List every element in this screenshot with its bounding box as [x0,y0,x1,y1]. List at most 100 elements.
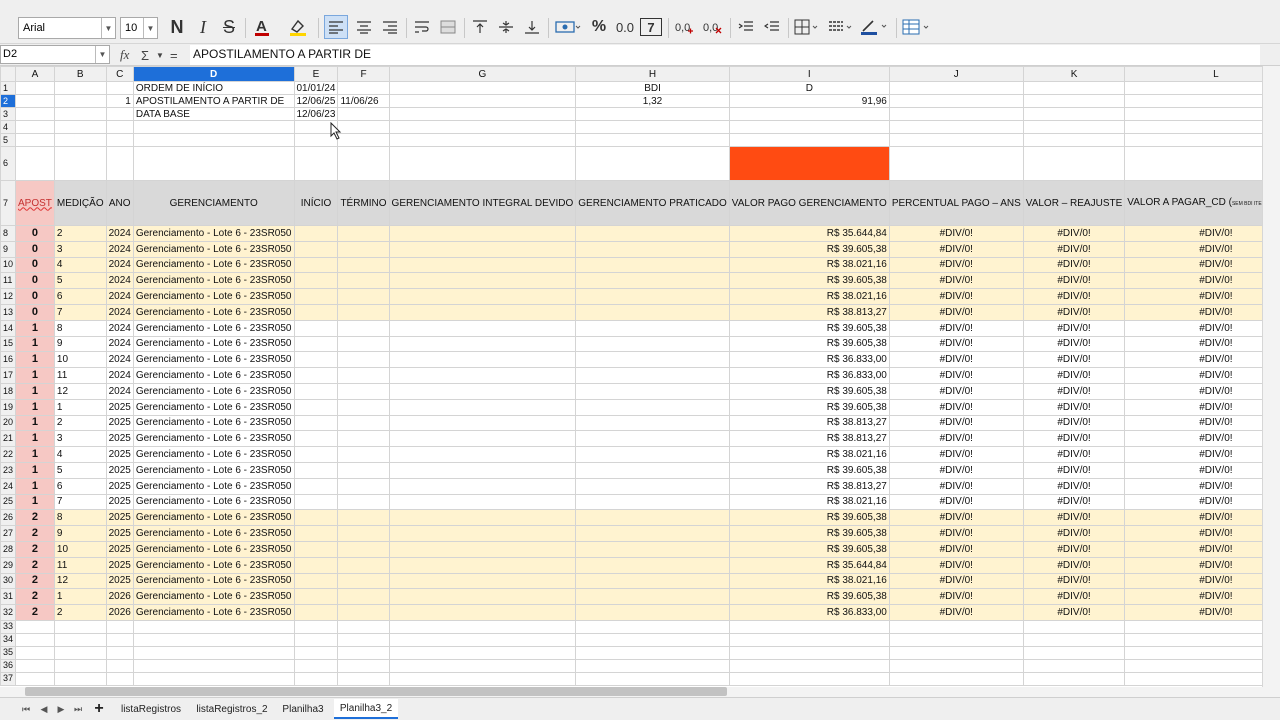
valor-pago-cell[interactable]: R$ 38.021,16 [728,288,890,305]
percentual-cell[interactable]: #DIV/0! [888,319,1024,337]
column-header-j[interactable]: J [888,66,1024,82]
row-header-2[interactable]: 2 [0,94,17,108]
integral-devido-cell[interactable] [388,225,577,242]
apost-cell[interactable]: 0 [15,303,55,321]
cell-c36[interactable] [105,658,134,673]
reajuste-cell[interactable]: #DIV/0! [1022,540,1126,558]
medicao-cell[interactable]: 8 [53,509,107,527]
valor-pago-cell[interactable]: R$ 36.833,00 [728,367,890,384]
praticado-cell[interactable] [575,461,730,479]
cell-g34[interactable] [388,632,577,647]
row-header-13[interactable]: 13 [0,303,17,321]
praticado-cell[interactable] [575,540,730,558]
integral-devido-cell[interactable] [388,240,577,258]
gerenciamento-cell[interactable]: Gerenciamento - Lote 6 - 23SR050 [132,240,295,258]
cell-h4[interactable] [575,120,730,134]
cell-k4[interactable] [1022,120,1126,134]
cell-c5[interactable] [105,133,134,147]
vertical-scrollbar[interactable] [1262,66,1280,687]
reajuste-cell[interactable]: #DIV/0! [1022,572,1126,590]
percentual-cell[interactable]: #DIV/0! [888,256,1024,274]
cell-f36[interactable] [337,658,390,673]
row-header-35[interactable]: 35 [0,645,17,660]
gerenciamento-cell[interactable]: Gerenciamento - Lote 6 - 23SR050 [132,588,295,606]
termino-cell[interactable] [337,382,390,400]
row-header-32[interactable]: 32 [0,604,17,621]
row-header-29[interactable]: 29 [0,556,17,574]
apost-cell[interactable]: 1 [15,367,55,384]
cell-b33[interactable] [53,619,107,634]
percentual-cell[interactable]: #DIV/0! [888,398,1024,416]
medicao-cell[interactable]: 4 [53,256,107,274]
border-style-button[interactable] [826,15,856,39]
apost-cell[interactable]: 1 [15,382,55,400]
cell-l2[interactable] [1124,94,1262,108]
valor-pagar-cell[interactable]: #DIV/0! [1124,414,1262,432]
cell-i36[interactable] [728,658,890,673]
ano-cell[interactable]: 2025 [105,446,134,463]
gerenciamento-cell[interactable]: Gerenciamento - Lote 6 - 23SR050 [132,303,295,321]
inicio-cell[interactable] [293,351,339,369]
integral-devido-cell[interactable] [388,272,577,290]
inicio-cell[interactable] [293,556,339,574]
reajuste-cell[interactable]: #DIV/0! [1022,477,1126,495]
apost-cell[interactable]: 0 [15,256,55,274]
add-decimal-button[interactable]: 0,0 [672,15,698,39]
praticado-cell[interactable] [575,572,730,590]
integral-devido-cell[interactable] [388,477,577,495]
reajuste-cell[interactable]: #DIV/0! [1022,256,1126,274]
cell-c35[interactable] [105,645,134,660]
row-header-36[interactable]: 36 [0,658,17,673]
highlight-color-button[interactable] [284,15,312,39]
praticado-cell[interactable] [575,604,730,621]
valor-pagar-cell[interactable]: #DIV/0! [1124,572,1262,590]
cell-j36[interactable] [888,658,1024,673]
cell-i37[interactable] [728,671,890,686]
cell-a35[interactable] [15,645,55,660]
cell-d5[interactable] [132,133,295,147]
cell-k1[interactable] [1022,81,1126,95]
inicio-cell[interactable] [293,414,339,432]
row-header-10[interactable]: 10 [0,256,17,274]
valor-pagar-cell[interactable]: #DIV/0! [1124,367,1262,384]
apost-cell[interactable]: 2 [15,540,55,558]
cell-c3[interactable] [105,107,134,121]
cell-j34[interactable] [888,632,1024,647]
font-color-button[interactable]: A [250,15,274,39]
cell-a5[interactable] [15,133,55,147]
praticado-cell[interactable] [575,225,730,242]
tab-planilha3-2[interactable]: Planilha3_2 [334,699,398,719]
cell-c1[interactable] [105,81,134,95]
medicao-cell[interactable]: 1 [53,588,107,606]
cell-k35[interactable] [1022,645,1126,660]
cell-f35[interactable] [337,645,390,660]
cell-e6[interactable] [293,146,339,181]
apost-cell[interactable]: 2 [15,604,55,621]
valor-pago-cell[interactable]: R$ 39.605,38 [728,525,890,542]
gerenciamento-cell[interactable]: Gerenciamento - Lote 6 - 23SR050 [132,351,295,369]
valor-pago-cell[interactable]: R$ 39.605,38 [728,240,890,258]
valor-pagar-cell[interactable]: #DIV/0! [1124,335,1262,353]
select-all-corner[interactable] [0,66,17,82]
cell-b2[interactable] [53,94,107,108]
valor-pagar-cell[interactable]: #DIV/0! [1124,225,1262,242]
cell-l34[interactable] [1124,632,1262,647]
termino-cell[interactable] [337,367,390,384]
row-header-14[interactable]: 14 [0,319,17,337]
cell-i6[interactable] [728,146,890,181]
apost-cell[interactable]: 1 [15,414,55,432]
row-header-22[interactable]: 22 [0,446,17,463]
percentual-cell[interactable]: #DIV/0! [888,540,1024,558]
chevron-down-icon[interactable]: ▼ [156,46,164,64]
percentual-cell[interactable]: #DIV/0! [888,461,1024,479]
cell-l4[interactable] [1124,120,1262,134]
cell-f33[interactable] [337,619,390,634]
cell-g5[interactable] [388,133,577,147]
reajuste-cell[interactable]: #DIV/0! [1022,556,1126,574]
praticado-cell[interactable] [575,525,730,542]
gerenciamento-cell[interactable]: Gerenciamento - Lote 6 - 23SR050 [132,398,295,416]
cell-a6[interactable] [15,146,55,181]
row-header-18[interactable]: 18 [0,382,17,400]
conditional-format-button[interactable] [900,15,934,39]
gerenciamento-cell[interactable]: Gerenciamento - Lote 6 - 23SR050 [132,493,295,511]
